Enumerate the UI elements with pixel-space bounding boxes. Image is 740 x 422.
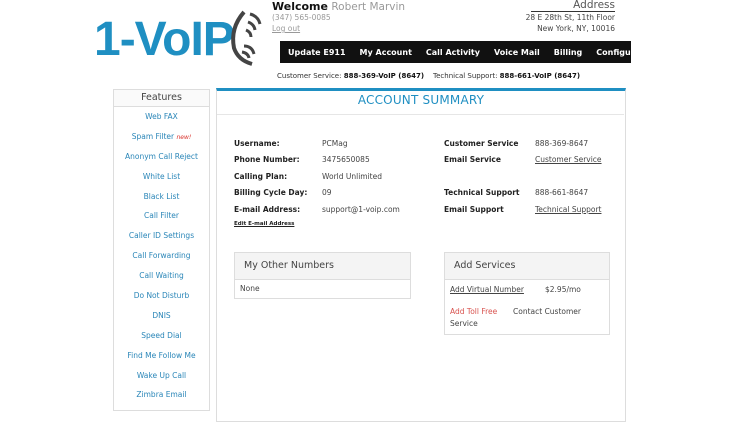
- nav-my-account[interactable]: My Account: [353, 48, 419, 57]
- email-service-link[interactable]: Customer Service: [535, 155, 602, 164]
- feature-speed-dial[interactable]: Speed Dial: [114, 326, 209, 346]
- features-title: Features: [114, 90, 209, 107]
- add-toll-free-link[interactable]: Add Toll Free: [450, 307, 497, 316]
- nav-update-e911[interactable]: Update E911: [280, 48, 353, 57]
- other-numbers-title: My Other Numbers: [235, 253, 410, 280]
- feature-spam-filter[interactable]: Spam Filter new!: [114, 127, 209, 147]
- features-panel: Features Web FAX Spam Filter new! Anonym…: [113, 89, 210, 411]
- technical-support-label: Technical Support: [444, 188, 520, 197]
- support-cs-label: Customer Service:: [277, 72, 342, 80]
- email-label: E-mail Address:: [234, 205, 301, 214]
- username-label: Username:: [234, 139, 280, 148]
- nav-configure-device[interactable]: Configure Device: [589, 48, 680, 57]
- nav-billing[interactable]: Billing: [547, 48, 590, 57]
- feature-wake-up-call[interactable]: Wake Up Call: [114, 366, 209, 386]
- other-numbers-value: None: [240, 284, 260, 293]
- main-nav: Update E911 My Account Call Activity Voi…: [280, 41, 673, 63]
- logo: 1-VoIP: [94, 13, 235, 66]
- address-line2: New York, NY, 10016: [537, 24, 615, 33]
- feature-anonym-call-reject[interactable]: Anonym Call Reject: [114, 147, 209, 167]
- logout-link[interactable]: Log out: [272, 24, 300, 33]
- feature-black-list[interactable]: Black List: [114, 187, 209, 207]
- feature-dnis[interactable]: DNIS: [114, 306, 209, 326]
- phone-label: Phone Number:: [234, 155, 300, 164]
- support-ts-value: 888-661-VoIP (8647): [499, 72, 581, 80]
- add-virtual-number-link[interactable]: Add Virtual Number: [450, 285, 524, 294]
- new-badge: new!: [176, 133, 192, 141]
- username-value: PCMag: [322, 139, 348, 148]
- logo-phone-icon: [231, 10, 262, 66]
- phone-value: 3475650085: [322, 155, 370, 164]
- add-toll-free-link-line2: Service: [450, 319, 478, 328]
- email-support-link[interactable]: Technical Support: [535, 205, 601, 214]
- email-support-label: Email Support: [444, 205, 504, 214]
- billing-value: 09: [322, 188, 332, 197]
- welcome-text: Welcome Robert Marvin: [272, 0, 405, 14]
- support-cs-value: 888-369-VoIP (8647): [343, 72, 425, 80]
- feature-call-filter[interactable]: Call Filter: [114, 206, 209, 226]
- email-value: support@1-voip.com: [322, 205, 400, 214]
- virtual-number-price: $2.95/mo: [545, 285, 581, 294]
- welcome-label: Welcome: [272, 0, 328, 13]
- support-line: Customer Service: 888-369-VoIP (8647) Te…: [277, 72, 580, 80]
- feature-call-waiting[interactable]: Call Waiting: [114, 266, 209, 286]
- feature-white-list[interactable]: White List: [114, 167, 209, 187]
- feature-find-me-follow-me[interactable]: Find Me Follow Me: [114, 346, 209, 366]
- feature-web-fax[interactable]: Web FAX: [114, 107, 209, 127]
- plan-label: Calling Plan:: [234, 172, 288, 181]
- user-phone: (347) 565-0085: [272, 13, 331, 22]
- add-services-title: Add Services: [445, 253, 609, 280]
- customer-service-label: Customer Service: [444, 139, 519, 148]
- email-service-label: Email Service: [444, 155, 501, 164]
- billing-label: Billing Cycle Day:: [234, 188, 308, 197]
- feature-spam-filter-label: Spam Filter: [131, 131, 175, 141]
- customer-service-value: 888-369-8647: [535, 139, 589, 148]
- title-divider: [217, 114, 624, 115]
- address-line1: 28 E 28th St, 11th Floor: [525, 13, 615, 22]
- other-numbers-box: My Other Numbers None: [234, 252, 411, 299]
- plan-value: World Unlimited: [322, 172, 382, 181]
- page-title: ACCOUNT SUMMARY: [357, 93, 485, 107]
- support-ts-label: Technical Support:: [433, 72, 498, 80]
- user-name: Robert Marvin: [331, 1, 406, 13]
- feature-zimbra-email[interactable]: Zimbra Email: [114, 385, 209, 405]
- edit-email-link[interactable]: Edit E-mail Address: [234, 221, 294, 227]
- technical-support-value: 888-661-8647: [535, 188, 589, 197]
- feature-caller-id-settings[interactable]: Caller ID Settings: [114, 226, 209, 246]
- address-title: Address: [531, 0, 615, 12]
- nav-call-activity[interactable]: Call Activity: [419, 48, 487, 57]
- feature-do-not-disturb[interactable]: Do Not Disturb: [114, 286, 209, 306]
- nav-voice-mail[interactable]: Voice Mail: [487, 48, 547, 57]
- feature-call-forwarding[interactable]: Call Forwarding: [114, 246, 209, 266]
- toll-free-contact: Contact Customer: [513, 307, 581, 316]
